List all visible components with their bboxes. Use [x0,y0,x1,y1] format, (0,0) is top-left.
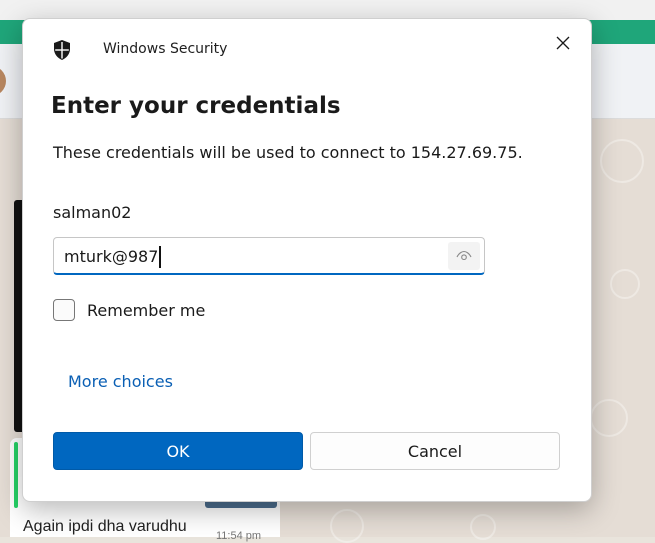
more-choices-link[interactable]: More choices [68,372,173,391]
background-message-time: 11:54 pm [216,530,262,542]
ok-button[interactable]: OK [53,432,303,470]
remember-me-option[interactable]: Remember me [53,299,205,321]
background-window-top [0,0,655,20]
background-reply-accent [14,442,18,508]
dialog-app-title: Windows Security [103,41,228,57]
credentials-dialog: Windows Security Enter your credentials … [22,18,592,502]
shield-icon [51,39,73,61]
cancel-button[interactable]: Cancel [310,432,560,470]
reveal-password-button[interactable] [448,242,480,270]
password-input[interactable] [64,238,434,274]
username-label: salman02 [53,203,132,222]
background-message-text: Again ipdi dha varudhu [23,518,187,535]
eye-icon [456,250,472,261]
dialog-heading: Enter your credentials [51,93,341,119]
remember-me-checkbox[interactable] [53,299,75,321]
text-caret [159,246,162,268]
close-button[interactable] [549,29,577,57]
dialog-description: These credentials will be used to connec… [53,143,523,162]
dialog-titlebar: Windows Security [23,19,591,79]
remember-me-label[interactable]: Remember me [87,301,205,320]
password-field[interactable] [53,237,485,275]
close-icon [556,36,570,50]
